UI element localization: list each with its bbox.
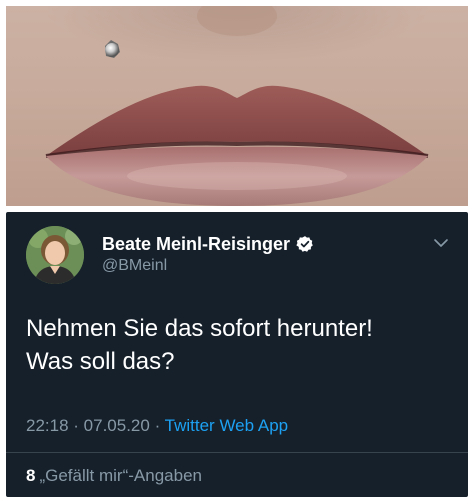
verified-badge-icon — [296, 235, 314, 253]
tweet-text-line-1: Nehmen Sie das sofort herunter! — [26, 315, 373, 342]
tweet-date[interactable]: 07.05.20 — [84, 416, 150, 435]
tweet-text-line-2: Was soll das? — [26, 348, 175, 375]
tweet-metadata: 22:18 · 07.05.20 · Twitter Web App — [26, 416, 288, 436]
author-name[interactable]: Beate Meinl-Reisinger — [102, 234, 290, 255]
chevron-down-icon[interactable] — [432, 234, 450, 252]
tweet-text: Nehmen Sie das sofort herunter! Was soll… — [26, 312, 446, 378]
divider — [6, 452, 468, 453]
tweet-time[interactable]: 22:18 — [26, 416, 69, 435]
meta-separator: · — [149, 416, 165, 435]
tweet-card: Beate Meinl-Reisinger @BMeinl Nehmen Sie… — [6, 212, 468, 497]
avatar[interactable] — [26, 226, 84, 284]
meta-separator: · — [68, 416, 84, 435]
profile-photo-icon — [26, 226, 84, 284]
author-name-row: Beate Meinl-Reisinger — [102, 232, 314, 256]
likes-link[interactable]: 8 „Gefällt mir“-Angaben — [26, 466, 202, 486]
lips-illustration — [6, 6, 468, 206]
source-app-link[interactable]: Twitter Web App — [165, 416, 288, 435]
likes-count: 8 — [26, 466, 36, 485]
lips-photo — [6, 6, 468, 206]
author-handle[interactable]: @BMeinl — [102, 257, 167, 275]
likes-label: „Gefällt mir“-Angaben — [39, 466, 202, 485]
